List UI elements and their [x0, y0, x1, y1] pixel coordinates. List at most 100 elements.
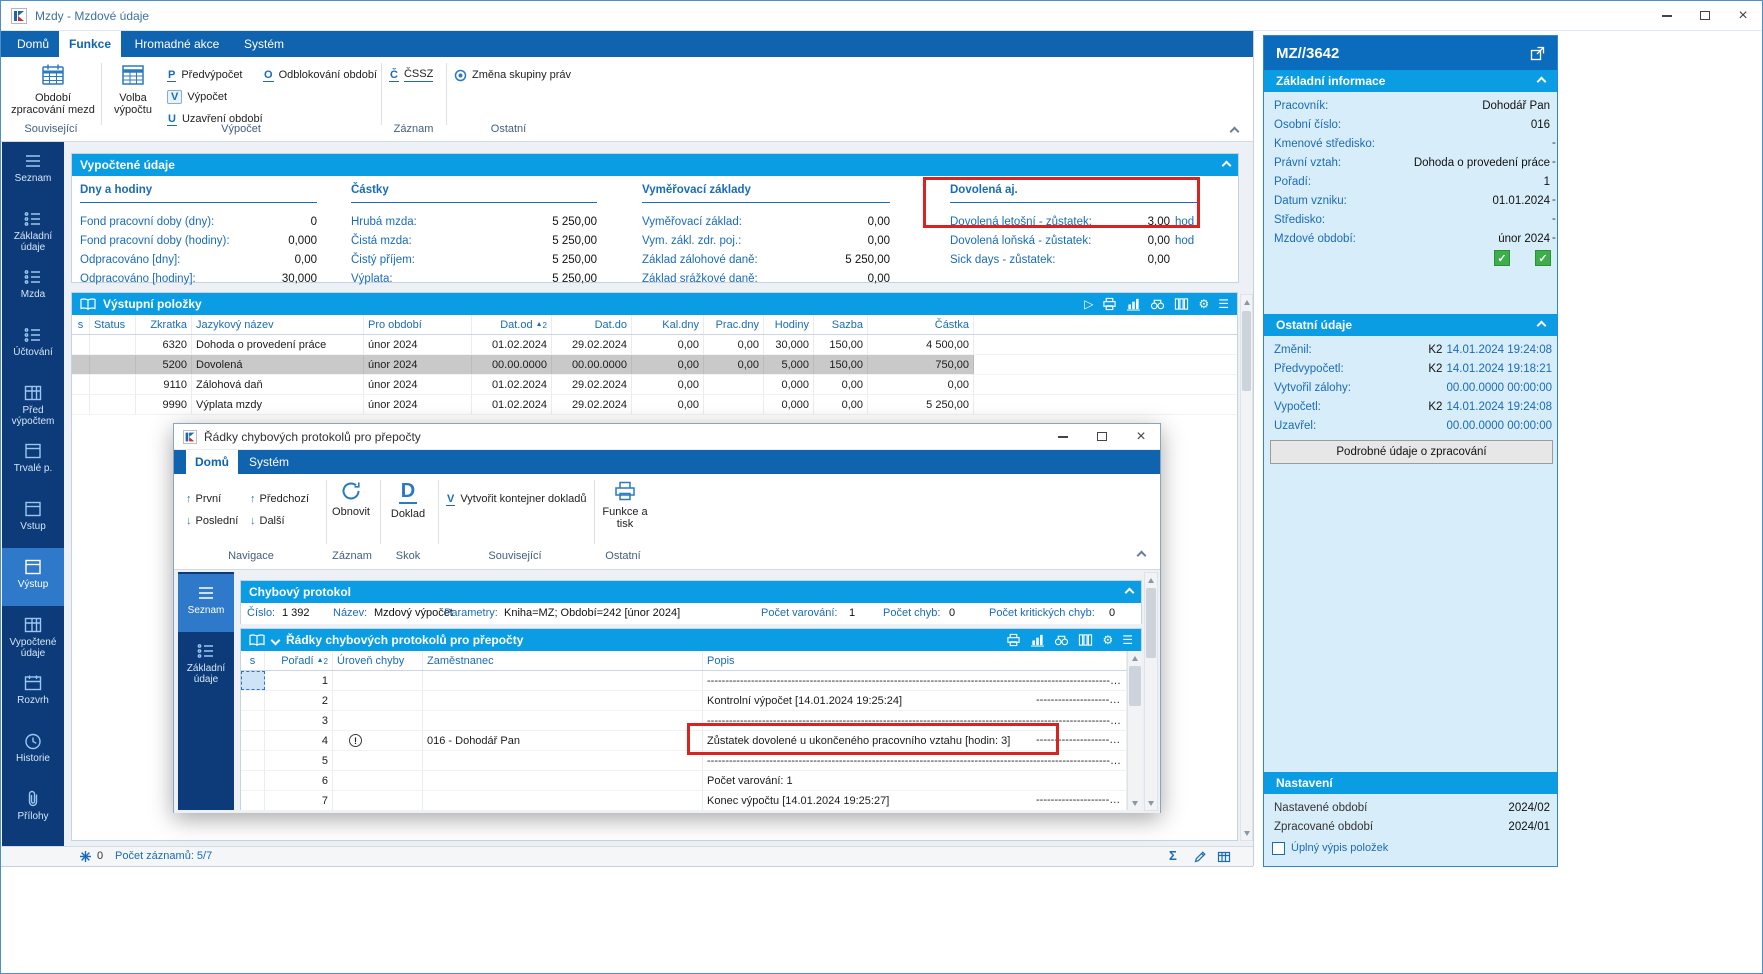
- column-header-zkratka[interactable]: Zkratka: [136, 315, 192, 334]
- uplny-vypis-checkbox[interactable]: [1272, 842, 1285, 855]
- columns-icon[interactable]: [1174, 297, 1189, 311]
- column-header-s[interactable]: s: [241, 651, 265, 670]
- tab-hromadne-akce[interactable]: Hromadné akce: [123, 31, 231, 57]
- window-maximize-button[interactable]: [1686, 1, 1724, 30]
- sidebar-item-prilohy[interactable]: Přílohy: [2, 780, 64, 838]
- doklad-button[interactable]: D Doklad: [382, 480, 434, 520]
- volba-vypoctu-button[interactable]: Volba výpočtu: [105, 62, 161, 116]
- lookup-dash[interactable]: -: [1552, 156, 1559, 168]
- checkbox-checked-2[interactable]: ✓: [1535, 250, 1551, 266]
- column-header-prac-dny[interactable]: Prac.dny: [704, 315, 764, 334]
- sidebar-item-historie[interactable]: Historie: [2, 722, 64, 780]
- odblokovani-obdobi-button[interactable]: O Odblokování období: [263, 66, 377, 84]
- protocol-row-6[interactable]: 6 Počet varování: 1: [241, 771, 1127, 791]
- first-button[interactable]: ↑První: [186, 490, 221, 508]
- gear-icon[interactable]: ⚙: [1198, 297, 1209, 311]
- lookup-dash[interactable]: -: [1552, 213, 1559, 225]
- sum-icon[interactable]: Σ: [1169, 848, 1177, 863]
- column-header-uroven-chyby[interactable]: Úroveň chyby: [333, 651, 423, 670]
- predvypocet-button[interactable]: P Předvýpočet: [167, 66, 243, 84]
- dialog-minimize-button[interactable]: [1044, 424, 1082, 449]
- sidebar-item-rozvrh[interactable]: Rozvrh: [2, 664, 64, 722]
- column-header-kal-dny[interactable]: Kal.dny: [632, 315, 704, 334]
- open-in-window-icon[interactable]: [1530, 46, 1545, 61]
- expand-icon[interactable]: [271, 635, 281, 645]
- columns-icon[interactable]: [1078, 633, 1093, 647]
- checkbox-checked-1[interactable]: ✓: [1494, 250, 1510, 266]
- dialog-sidebar-item-seznam[interactable]: Seznam: [178, 574, 234, 632]
- tab-funkce[interactable]: Funkce: [59, 31, 121, 57]
- protocol-row-4-warning[interactable]: 4 ! 016 - Dohodář Pan Zůstatek dovolené …: [241, 731, 1127, 751]
- vytvorit-kontejner-button[interactable]: V Vytvořit kontejner dokladů: [446, 490, 587, 508]
- table-row-5200-selected[interactable]: 5200 Dovolená únor 2024 00.00.0000 00.00…: [72, 355, 1237, 375]
- column-header-zamestnanec[interactable]: Zaměstnanec: [423, 651, 703, 670]
- next-button[interactable]: ↓Další: [250, 512, 285, 530]
- sidebar-item-vystup[interactable]: Výstup: [2, 548, 64, 606]
- obdobi-zpracovani-mezd-button[interactable]: Období zpracování mezd: [7, 62, 99, 116]
- column-header-poradi[interactable]: Pořadí▲2: [265, 651, 333, 670]
- vypocet-button[interactable]: V Výpočet: [167, 88, 227, 106]
- sidebar-item-trvale-p[interactable]: Trvalé p.: [2, 432, 64, 490]
- lookup-dash[interactable]: -: [1552, 232, 1559, 244]
- scroll-down-button[interactable]: [1145, 796, 1157, 810]
- ribbon-collapse-icon[interactable]: [1137, 551, 1147, 561]
- sidebar-item-mzda[interactable]: Mzda: [2, 258, 64, 316]
- sidebar-item-seznam[interactable]: Seznam: [2, 142, 64, 200]
- menu-icon[interactable]: ☰: [1218, 297, 1229, 311]
- scroll-up-button[interactable]: [1241, 295, 1252, 309]
- ribbon-collapse-icon[interactable]: [1230, 127, 1240, 137]
- sidebar-item-vypoctene-udaje[interactable]: Vypočtené údaje: [2, 606, 64, 664]
- scroll-up-button[interactable]: [1128, 651, 1142, 665]
- pencil-icon[interactable]: [1193, 850, 1207, 864]
- print-icon[interactable]: [1006, 633, 1021, 647]
- sidebar-item-pred-vypoctem[interactable]: Před výpočtem: [2, 374, 64, 432]
- zmena-skupiny-prav-button[interactable]: Změna skupiny práv: [454, 66, 571, 84]
- column-header-castka[interactable]: Částka: [868, 315, 974, 334]
- scroll-down-button[interactable]: [1128, 796, 1142, 810]
- table-row-9110[interactable]: 9110 Zálohová daň únor 2024 01.02.2024 2…: [72, 375, 1237, 395]
- sidebar-item-uctovani[interactable]: Účtování: [2, 316, 64, 374]
- column-header-pro-obdobi[interactable]: Pro období: [364, 315, 472, 334]
- gear-icon[interactable]: ⚙: [1102, 633, 1113, 647]
- protocol-row-1[interactable]: 1 --------------------------------------…: [241, 671, 1127, 691]
- collapse-icon[interactable]: [1537, 320, 1547, 330]
- dialog-tab-system[interactable]: Systém: [240, 450, 298, 474]
- scrollbar-thumb[interactable]: [1146, 588, 1156, 658]
- tab-system[interactable]: Systém: [233, 31, 295, 57]
- play-icon[interactable]: ▷: [1084, 297, 1093, 311]
- chart-icon[interactable]: [1030, 633, 1045, 647]
- column-header-popis[interactable]: Popis: [703, 651, 1127, 670]
- protocol-row-3[interactable]: 3 --------------------------------------…: [241, 711, 1127, 731]
- refresh-button[interactable]: Obnovit: [328, 480, 374, 518]
- column-header-status[interactable]: Status: [90, 315, 136, 334]
- column-header-jazykovy-nazev[interactable]: Jazykový název: [192, 315, 364, 334]
- window-close-button[interactable]: ×: [1724, 1, 1762, 30]
- protocol-row-5[interactable]: 5 --------------------------------------…: [241, 751, 1127, 771]
- protocol-row-2[interactable]: 2 Kontrolní výpočet [14.01.2024 19:25:24…: [241, 691, 1127, 711]
- scrollbar-thumb[interactable]: [1242, 311, 1251, 391]
- podrobne-udaje-button[interactable]: Podrobné údaje o zpracování: [1270, 440, 1553, 464]
- scroll-up-button[interactable]: [1145, 573, 1157, 587]
- grid-edit-icon[interactable]: [1217, 850, 1231, 864]
- previous-button[interactable]: ↑Předchozí: [250, 490, 309, 508]
- menu-icon[interactable]: ☰: [1122, 633, 1133, 647]
- print-icon[interactable]: [1102, 297, 1117, 311]
- dialog-close-button[interactable]: ×: [1122, 424, 1160, 449]
- chart-icon[interactable]: [1126, 297, 1141, 311]
- collapse-icon[interactable]: [1222, 160, 1232, 170]
- scrollbar-thumb[interactable]: [1129, 666, 1141, 706]
- table-row-6320[interactable]: 6320 Dohoda o provedení práce únor 2024 …: [72, 335, 1237, 355]
- collapse-icon[interactable]: [1125, 587, 1135, 597]
- tab-domu[interactable]: Domů: [9, 31, 57, 57]
- binoculars-icon[interactable]: [1150, 297, 1165, 311]
- binoculars-icon[interactable]: [1054, 633, 1069, 647]
- sidebar-item-vstup[interactable]: Vstup: [2, 490, 64, 548]
- column-header-sazba[interactable]: Sazba: [814, 315, 868, 334]
- lookup-dash[interactable]: -: [1552, 137, 1559, 149]
- lookup-dash[interactable]: -: [1552, 194, 1559, 206]
- sidebar-item-zakladni-udaje[interactable]: Základní údaje: [2, 200, 64, 258]
- column-header-s[interactable]: s: [72, 315, 90, 334]
- table-row-9990[interactable]: 9990 Výplata mzdy únor 2024 01.02.2024 2…: [72, 395, 1237, 415]
- dialog-sidebar-item-zakladni-udaje[interactable]: Základní údaje: [178, 632, 234, 690]
- protocol-row-7[interactable]: 7 Konec výpočtu [14.01.2024 19:25:27]---…: [241, 791, 1127, 811]
